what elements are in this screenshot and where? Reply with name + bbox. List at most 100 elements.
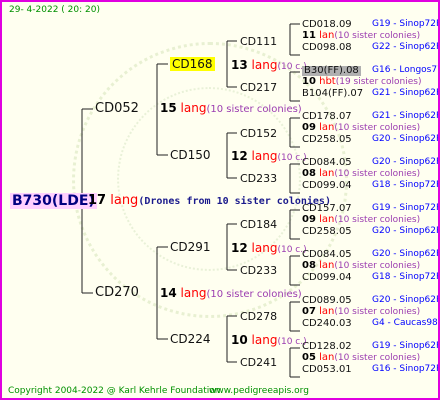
gen4-colony-info: 08 lan(10 sister colonies) [302, 169, 420, 179]
gen4-breeder-tag: G20 - Sinop62R [372, 157, 440, 167]
gen4-lang: lan [319, 352, 335, 363]
root-lang: lang [110, 193, 139, 208]
footer-copyright: Copyright 2004-2022 @ Karl Kehrle Founda… [8, 386, 221, 396]
gen4-breeder-tag: G20 - Sinop62R [372, 134, 440, 144]
gen4-queen-id[interactable]: CD099.04 [302, 181, 352, 191]
gen4-desc: (19 sister colonies) [335, 77, 422, 87]
gen4-breeder-tag: G20 - Sinop62R [372, 295, 440, 305]
gen4-count: 10 [302, 76, 316, 87]
gen4-count: 08 [302, 168, 316, 179]
gen4-breeder-tag: G20 - Sinop62R [372, 249, 440, 259]
gen4-lang: lan [319, 306, 335, 317]
gen4-colony-info: 10 hbt(19 sister colonies) [302, 77, 421, 87]
gen4-queen-id[interactable]: CD053.01 [302, 365, 352, 375]
dam-mother-id[interactable]: CD270 [95, 286, 139, 299]
gen4-queen-id[interactable]: CD089.05 [302, 296, 352, 306]
gen4-lang: hbt [319, 76, 336, 87]
gen4-queen-id[interactable]: CD098.08 [302, 43, 352, 53]
gen2-count: 10 [231, 333, 248, 347]
gen3-queen-id[interactable]: CD217 [240, 82, 277, 93]
gen4-queen-id[interactable]: CD157.07 [302, 204, 352, 214]
sire-mother-id[interactable]: CD052 [95, 102, 139, 115]
gen2-queen-id[interactable]: CD150 [170, 149, 211, 161]
gen4-queen-id[interactable]: CD099.04 [302, 273, 352, 283]
gen4-desc: (10 sister colonies) [334, 123, 421, 133]
gen4-count: 05 [302, 352, 316, 363]
gen4-breeder-tag: G4 - Caucas98R [372, 318, 440, 328]
gen4-breeder-tag: G19 - Sinop72R [372, 19, 440, 29]
gen4-lang: lan [319, 260, 335, 271]
gen4-lang: lan [319, 168, 335, 179]
gen2-info: 12 lang(10 c.) [231, 242, 307, 255]
gen4-queen-id[interactable]: CD240.03 [302, 319, 352, 329]
gen4-queen-id[interactable]: B30(FF).08 [302, 66, 361, 76]
gen4-count: 08 [302, 260, 316, 271]
root-queen-id[interactable]: B730(LDE) [10, 193, 97, 209]
gen4-queen-id[interactable]: CD178.07 [302, 112, 352, 122]
gen4-queen-id[interactable]: CD018.09 [302, 20, 352, 30]
gen4-queen-id[interactable]: CD084.05 [302, 158, 352, 168]
gen4-breeder-tag: G18 - Sinop72R [372, 180, 440, 190]
gen4-count: 11 [302, 30, 316, 41]
gen2-info: 12 lang(10 c.) [231, 150, 307, 163]
gen2-queen-id[interactable]: CD224 [170, 333, 211, 345]
gen3-queen-id[interactable]: CD233 [240, 265, 277, 276]
sire-mother-info: 15 lang(10 sister colonies) [160, 102, 302, 115]
gen2-queen-id[interactable]: CD291 [170, 241, 211, 253]
gen4-desc: (10 sister colonies) [334, 307, 421, 317]
gen1-lang: lang [180, 101, 207, 115]
gen2-lang: lang [251, 58, 278, 72]
gen4-breeder-tag: G20 - Sinop62R [372, 226, 440, 236]
footer-url[interactable]: www.pedigreeapis.org [209, 387, 309, 396]
report-date: 29- 4-2022 ( 20: 20) [9, 5, 100, 15]
gen3-queen-id[interactable]: CD111 [240, 36, 277, 47]
gen3-queen-id[interactable]: CD278 [240, 311, 277, 322]
dam-mother-info: 14 lang(10 sister colonies) [160, 287, 302, 300]
gen4-queen-id[interactable]: CD258.05 [302, 227, 352, 237]
gen4-queen-id[interactable]: CD258.05 [302, 135, 352, 145]
gen4-breeder-tag: G19 - Sinop72R [372, 203, 440, 213]
gen4-colony-info: 09 lan(10 sister colonies) [302, 215, 420, 225]
gen2-lang: lang [251, 149, 278, 163]
gen4-colony-info: 09 lan(10 sister colonies) [302, 123, 420, 133]
gen2-queen-id[interactable]: CD168 [170, 57, 215, 71]
gen4-colony-info: 07 lan(10 sister colonies) [302, 307, 420, 317]
gen4-breeder-tag: G16 - Sinop72R [372, 364, 440, 374]
gen4-desc: (10 sister colonies) [334, 169, 421, 179]
gen2-lang: lang [251, 241, 278, 255]
gen2-count: 12 [231, 149, 248, 163]
gen2-count: 12 [231, 241, 248, 255]
gen2-info: 10 lang(10 c.) [231, 334, 307, 347]
gen3-queen-id[interactable]: CD241 [240, 357, 277, 368]
gen4-queen-id[interactable]: CD128.02 [302, 342, 352, 352]
gen4-breeder-tag: G22 - Sinop62R [372, 42, 440, 52]
gen4-count: 09 [302, 122, 316, 133]
gen4-count: 09 [302, 214, 316, 225]
gen4-colony-info: 05 lan(10 sister colonies) [302, 353, 420, 363]
gen4-breeder-tag: G21 - Sinop62R [372, 111, 440, 121]
gen1-desc: (10 sister colonies) [206, 289, 302, 300]
gen4-lang: lan [319, 30, 335, 41]
gen4-breeder-tag: G21 - Sinop62R [372, 88, 440, 98]
gen4-colony-info: 11 lan(10 sister colonies) [302, 31, 420, 41]
gen4-desc: (10 sister colonies) [334, 261, 421, 271]
gen3-queen-id[interactable]: CD152 [240, 128, 277, 139]
gen1-count: 15 [160, 101, 177, 115]
gen4-colony-info: 08 lan(10 sister colonies) [302, 261, 420, 271]
gen4-breeder-tag: G16 - Longos77R [372, 65, 438, 75]
gen3-queen-id[interactable]: CD184 [240, 219, 277, 230]
gen1-count: 14 [160, 286, 177, 300]
gen4-breeder-tag: G18 - Sinop72R [372, 272, 440, 282]
pedigree-frame: 29- 4-2022 ( 20: 20) Copyright 2004-2022… [0, 0, 440, 400]
gen4-queen-id[interactable]: B104(FF).07 [302, 89, 363, 99]
gen1-lang: lang [180, 286, 207, 300]
gen4-desc: (10 sister colonies) [334, 353, 421, 363]
gen4-desc: (10 sister colonies) [334, 215, 421, 225]
gen4-count: 07 [302, 306, 316, 317]
gen4-lang: lan [319, 122, 335, 133]
gen4-queen-id[interactable]: CD084.05 [302, 250, 352, 260]
root-colony-info: 17 lang(Drones from 10 sister colonies) [88, 194, 331, 207]
gen4-desc: (10 sister colonies) [334, 31, 421, 41]
gen3-queen-id[interactable]: CD233 [240, 173, 277, 184]
root-count: 17 [88, 193, 107, 208]
